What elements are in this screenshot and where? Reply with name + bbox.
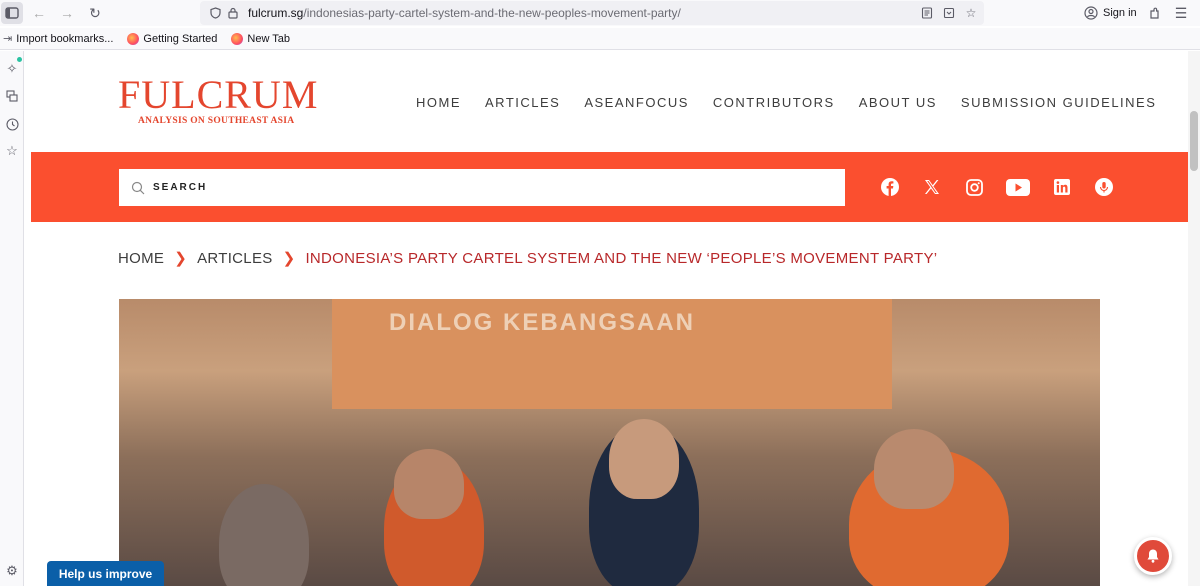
sign-in-label: Sign in (1103, 7, 1137, 19)
url-path: /indonesias-party-cartel-system-and-the-… (303, 6, 681, 20)
nav-articles[interactable]: ARTICLES (485, 95, 560, 110)
logo-title: FULCRUM (118, 72, 319, 117)
hero-banner-text: DIALOG KEBANGSAAN (389, 309, 696, 336)
back-icon[interactable]: ← (28, 2, 50, 24)
bookmark-getting-started[interactable]: Getting Started (127, 32, 218, 45)
youtube-icon[interactable] (1006, 177, 1030, 197)
extensions-icon[interactable] (1143, 2, 1165, 24)
search-icon (131, 181, 145, 194)
breadcrumb-articles[interactable]: ARTICLES (197, 250, 272, 267)
bookmark-label: Import bookmarks... (16, 32, 114, 45)
browser-toolbar: ← → ↻ fulcrum.sg/indonesias-party-cartel… (0, 0, 1200, 26)
reload-icon[interactable]: ↻ (84, 2, 106, 24)
reader-view-icon[interactable] (918, 4, 936, 22)
page-scrollbar[interactable] (1188, 51, 1200, 586)
lock-icon[interactable] (224, 4, 242, 22)
hero-figure (874, 429, 954, 509)
instagram-icon[interactable] (964, 177, 984, 197)
nav-submission-guidelines[interactable]: SUBMISSION GUIDELINES (961, 95, 1156, 110)
forward-icon[interactable]: → (56, 2, 78, 24)
scrollbar-thumb[interactable] (1190, 111, 1198, 171)
bookmark-label: New Tab (247, 32, 291, 45)
search-input[interactable] (153, 182, 753, 193)
fulcrum-logo[interactable]: FULCRUM ANALYSIS ON SOUTHEAST ASIA (118, 72, 319, 127)
nav-aseanfocus[interactable]: ASEANFOCUS (584, 95, 689, 110)
notification-dot (17, 57, 22, 62)
nav-contributors[interactable]: CONTRIBUTORS (713, 95, 835, 110)
main-nav: HOME ARTICLES ASEANFOCUS CONTRIBUTORS AB… (416, 95, 1156, 110)
sign-in-button[interactable]: Sign in (1078, 2, 1143, 24)
hero-image: DIALOG KEBANGSAAN (119, 299, 1100, 586)
account-icon (1084, 6, 1098, 20)
sidebar-toggle-icon[interactable] (1, 2, 23, 24)
podcast-icon[interactable] (1094, 177, 1114, 197)
url-host: fulcrum.sg (248, 6, 304, 20)
breadcrumb-current: INDONESIA’S PARTY CARTEL SYSTEM AND THE … (305, 249, 938, 267)
nav-home[interactable]: HOME (416, 95, 461, 110)
help-us-improve-button[interactable]: Help us improve (47, 561, 164, 586)
hero-figure (609, 419, 679, 499)
hero-figure (394, 449, 464, 519)
notification-bell-icon[interactable] (1134, 537, 1172, 575)
bookmark-new-tab[interactable]: New Tab (231, 32, 291, 45)
bookmark-label: Getting Started (143, 32, 218, 45)
ai-sparkle-icon[interactable]: ✧ (4, 61, 20, 77)
settings-gear-icon[interactable]: ⚙ (4, 563, 20, 579)
nav-about-us[interactable]: ABOUT US (859, 95, 937, 110)
chevron-right-icon: ❯ (174, 250, 188, 267)
search-box[interactable] (119, 169, 845, 206)
bookmarks-star-icon[interactable]: ☆ (4, 143, 20, 159)
x-icon[interactable] (922, 177, 942, 197)
shield-icon[interactable] (206, 4, 224, 22)
linkedin-icon[interactable] (1052, 177, 1072, 197)
save-to-pocket-icon[interactable] (940, 4, 958, 22)
logo-subtitle: ANALYSIS ON SOUTHEAST ASIA (138, 116, 295, 126)
synced-tabs-icon[interactable] (4, 88, 20, 104)
history-icon[interactable] (4, 116, 20, 132)
social-links (880, 177, 1114, 197)
firefox-icon (127, 32, 140, 45)
bookmark-star-icon[interactable]: ☆ (962, 4, 980, 22)
menu-icon[interactable]: ☰ (1170, 2, 1192, 24)
web-page: FULCRUM ANALYSIS ON SOUTHEAST ASIA HOME … (31, 51, 1188, 586)
chevron-right-icon: ❯ (282, 250, 296, 267)
breadcrumb: HOME ❯ ARTICLES ❯ INDONESIA’S PARTY CART… (118, 249, 938, 268)
import-icon: ⇥ (3, 33, 13, 45)
address-bar[interactable]: fulcrum.sg/indonesias-party-cartel-syste… (200, 1, 984, 25)
hero-figure (219, 484, 309, 586)
breadcrumb-home[interactable]: HOME (118, 250, 164, 267)
bookmarks-bar: ⇥ Import bookmarks... Getting Started Ne… (0, 28, 1200, 50)
browser-sidebar: ✧ ☆ ⚙ (0, 51, 24, 586)
facebook-icon[interactable] (880, 177, 900, 197)
bookmark-import[interactable]: ⇥ Import bookmarks... (3, 32, 114, 46)
firefox-icon (231, 32, 244, 45)
search-band (31, 152, 1188, 222)
